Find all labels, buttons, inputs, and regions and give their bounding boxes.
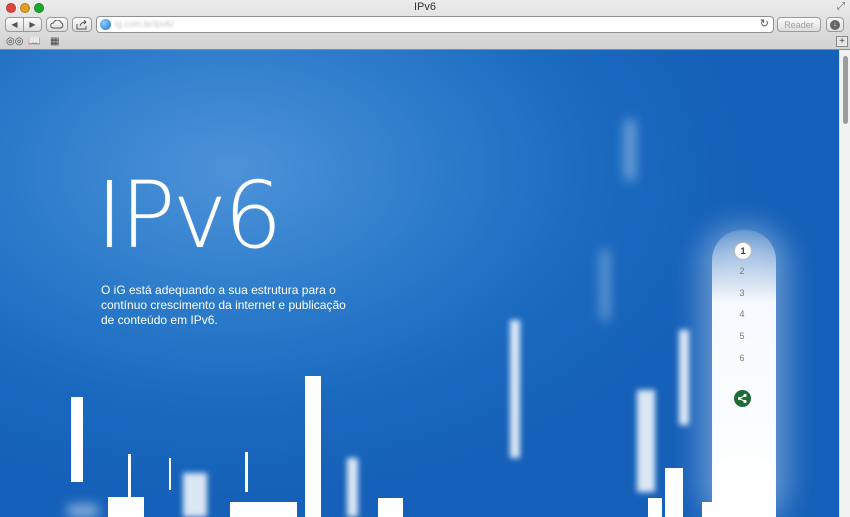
decor-bar [347, 458, 358, 517]
decor-bar [648, 498, 662, 517]
icloud-tabs-button[interactable] [46, 17, 68, 32]
reading-list-icon[interactable]: ◎◎ [6, 36, 23, 47]
decor-bar [230, 502, 297, 517]
top-sites-icon[interactable]: ▦ [50, 36, 59, 47]
fullscreen-icon[interactable]: ⤢ [837, 1, 845, 12]
decor-bar [183, 473, 207, 517]
pager-item-4[interactable]: 4 [734, 306, 750, 322]
new-tab-button[interactable]: + [836, 36, 848, 47]
bookmarks-icon[interactable]: 📖 [28, 36, 40, 47]
page-title: IPv6 [96, 162, 283, 269]
web-content: IPv6 O iG está adequando a sua estrutura… [0, 50, 850, 517]
pager-item-2[interactable]: 2 [734, 263, 750, 279]
share-page-button[interactable] [734, 390, 751, 407]
decor-bar [71, 397, 83, 482]
decor-bar [665, 468, 683, 517]
vertical-scrollbar[interactable] [839, 50, 850, 517]
decor-bar [602, 250, 608, 320]
decor-bar [679, 330, 689, 425]
pager-item-1[interactable]: 1 [734, 242, 752, 260]
page-description: O iG está adequando a sua estrutura para… [101, 283, 346, 327]
decor-bar [68, 505, 98, 517]
download-icon: ↓ [830, 19, 840, 30]
scrollbar-thumb[interactable] [843, 56, 848, 124]
decor-bar [378, 498, 403, 517]
address-bar[interactable]: ig.com.br/ipv6/ ↻ [96, 16, 774, 33]
pager-item-3[interactable]: 3 [734, 285, 750, 301]
reload-icon[interactable]: ↻ [760, 17, 769, 30]
back-icon[interactable]: ◀ [6, 20, 23, 29]
back-forward-group: ◀ ▶ [5, 17, 42, 32]
pager-item-5[interactable]: 5 [734, 328, 750, 344]
downloads-button[interactable]: ↓ [826, 17, 844, 32]
cloud-icon [50, 20, 64, 29]
forward-icon[interactable]: ▶ [24, 20, 41, 29]
decor-bar [169, 458, 171, 490]
window-title: IPv6 [413, 1, 436, 13]
decor-bar [245, 452, 248, 492]
share-nodes-icon [737, 393, 747, 404]
decor-bar [510, 320, 520, 458]
reader-button[interactable]: Reader [777, 17, 821, 32]
share-icon [76, 19, 87, 29]
decor-bar [626, 120, 634, 180]
browser-chrome: IPv6 ⤢ ◀ ▶ ig.com.br/ipv6/ ↻ Reader ↓ ◎◎… [0, 0, 850, 50]
decor-bar [637, 390, 655, 492]
title-bar: IPv6 ⤢ [0, 0, 850, 14]
decor-bar [108, 497, 144, 517]
site-favicon-icon [100, 19, 111, 30]
pager-item-6[interactable]: 6 [734, 350, 750, 366]
decor-bar [305, 376, 321, 517]
url-text[interactable]: ig.com.br/ipv6/ [115, 19, 174, 29]
share-button[interactable] [72, 17, 92, 32]
